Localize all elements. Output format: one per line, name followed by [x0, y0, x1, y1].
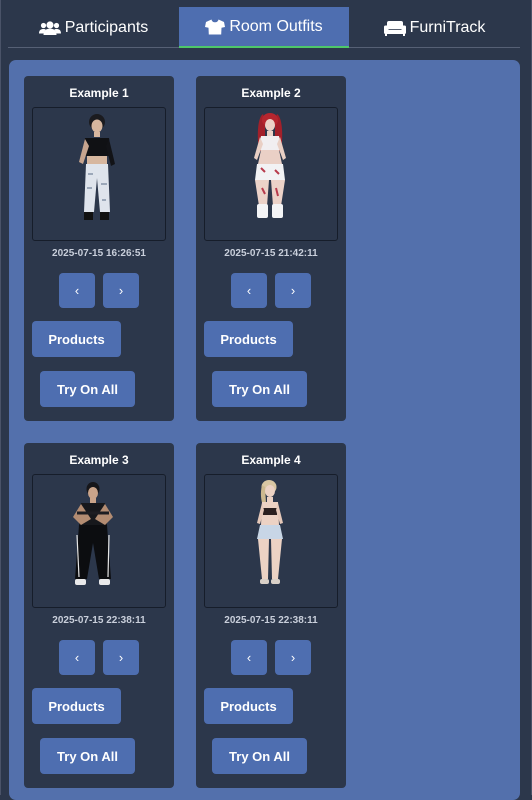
products-button[interactable]: Products [32, 688, 121, 724]
outfit-card: Example 4 2025-07-15 22:38:11 ‹ › Produc… [196, 443, 346, 788]
outfit-preview-image [204, 474, 338, 608]
outfit-timestamp: 2025-07-15 22:38:11 [224, 615, 318, 626]
outfit-title: Example 1 [69, 86, 129, 100]
next-button[interactable]: › [275, 273, 311, 308]
products-button[interactable]: Products [32, 321, 121, 357]
tab-room-outfits-label: Room Outfits [229, 17, 323, 35]
outfit-preview-image [32, 474, 166, 608]
outfit-timestamp: 2025-07-15 22:38:11 [52, 615, 146, 626]
app-frame: Participants Room Outfits FurniTrack Exa… [0, 0, 532, 800]
outfits-panel: Example 1 2025-07-15 16:26:51 ‹ › Produc… [9, 60, 520, 800]
products-button[interactable]: Products [204, 321, 293, 357]
try-on-all-button[interactable]: Try On All [40, 738, 135, 774]
outfit-title: Example 3 [69, 453, 129, 467]
tab-participants[interactable]: Participants [8, 7, 179, 48]
tab-furnitrack-label: FurniTrack [409, 18, 486, 36]
outfit-preview-image [204, 107, 338, 241]
previous-button[interactable]: ‹ [231, 273, 267, 308]
outfit-timestamp: 2025-07-15 16:26:51 [52, 248, 146, 259]
next-button[interactable]: › [275, 640, 311, 675]
previous-button[interactable]: ‹ [59, 273, 95, 308]
outfit-card: Example 1 2025-07-15 16:26:51 ‹ › Produc… [24, 76, 174, 421]
tab-participants-label: Participants [64, 18, 149, 36]
next-button[interactable]: › [103, 640, 139, 675]
next-button[interactable]: › [103, 273, 139, 308]
outfit-card: Example 3 2025-07-15 22:38:11 ‹ › Produc… [24, 443, 174, 788]
couch-icon [383, 20, 406, 36]
users-icon [38, 20, 61, 36]
tshirt-icon [205, 19, 226, 35]
outfit-timestamp: 2025-07-15 21:42:11 [224, 248, 318, 259]
outfit-card: Example 2 2025-07-15 21:42:11 ‹ › Produc… [196, 76, 346, 421]
tab-furnitrack[interactable]: FurniTrack [349, 7, 520, 48]
outfit-title: Example 4 [241, 453, 301, 467]
tab-bar: Participants Room Outfits FurniTrack [8, 7, 520, 48]
previous-button[interactable]: ‹ [231, 640, 267, 675]
tab-room-outfits[interactable]: Room Outfits [179, 7, 349, 48]
try-on-all-button[interactable]: Try On All [212, 738, 307, 774]
previous-button[interactable]: ‹ [59, 640, 95, 675]
outfit-title: Example 2 [241, 86, 301, 100]
products-button[interactable]: Products [204, 688, 293, 724]
outfit-preview-image [32, 107, 166, 241]
try-on-all-button[interactable]: Try On All [212, 371, 307, 407]
try-on-all-button[interactable]: Try On All [40, 371, 135, 407]
